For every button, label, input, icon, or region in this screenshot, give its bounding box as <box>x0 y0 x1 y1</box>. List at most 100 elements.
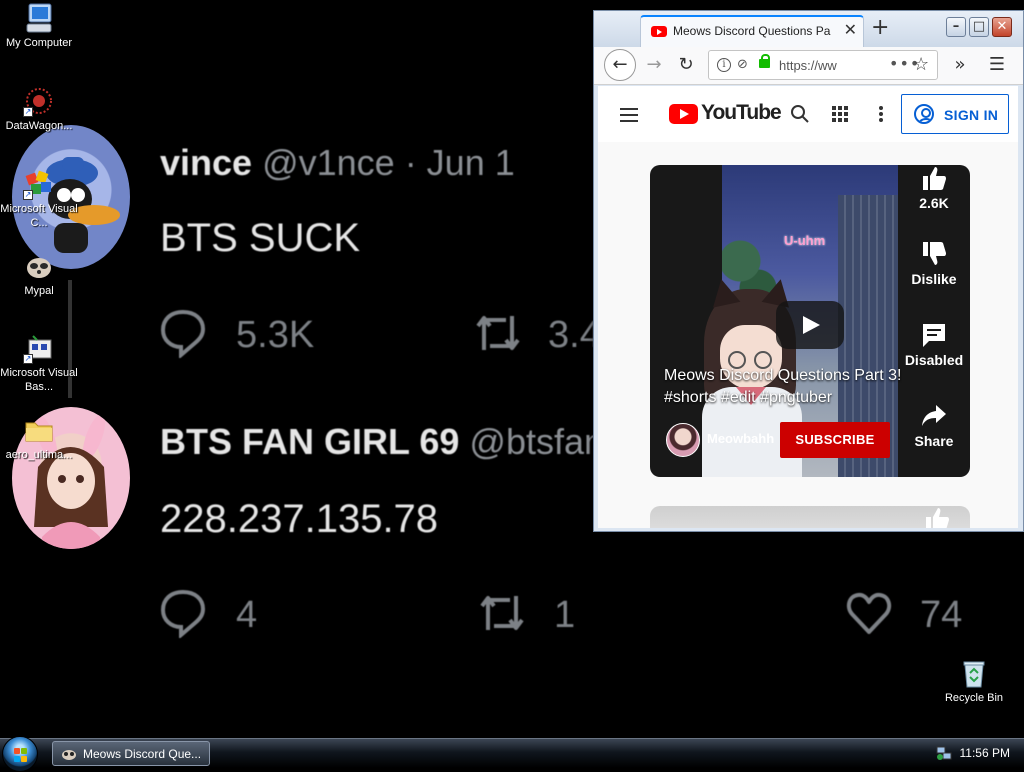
dislike-button[interactable]: Dislike <box>902 241 966 287</box>
tweet2-name: BTS FAN GIRL 69 <box>160 421 460 462</box>
youtube-favicon-icon <box>651 26 667 37</box>
network-icon[interactable] <box>936 745 952 761</box>
desktop-icon-label: Microsoft Visual C... <box>0 203 78 229</box>
computer-icon <box>23 2 55 34</box>
tracking-protection-icon[interactable]: ⊘ <box>737 57 748 72</box>
overflow-chevron-icon[interactable]: » <box>946 51 974 79</box>
apps-grid-icon[interactable] <box>832 106 848 122</box>
youtube-page: YouTube SIGN IN U-uhm Meows Discord Ques… <box>598 86 1018 528</box>
info-icon[interactable]: i <box>717 58 731 72</box>
folder-icon <box>23 414 55 446</box>
heart-icon <box>846 592 892 634</box>
like-button[interactable]: 2.6K <box>902 165 966 211</box>
desktop-icon-ms-visual-c[interactable]: ↗ Microsoft Visual C... <box>0 168 79 230</box>
url-bar[interactable]: i ⊘ https://ww ••• ☆ <box>708 50 938 80</box>
taskbar-item-label: Meows Discord Que... <box>83 747 202 761</box>
short-video-card[interactable]: U-uhm Meows Discord Questions Part 3! #s… <box>650 165 970 477</box>
desktop-icon-aero-ultima[interactable]: aero_ultima... <box>0 414 79 462</box>
menu-hamburger-icon[interactable]: ☰ <box>983 51 1011 79</box>
recycle-bin-icon <box>958 657 990 689</box>
tab-close-icon[interactable]: ✕ <box>844 22 857 38</box>
tweet1-name: vince <box>160 142 253 183</box>
navigation-toolbar: ← → ↻ i ⊘ https://ww ••• ☆ » ☰ <box>594 47 1023 85</box>
maximize-button[interactable]: □ <box>969 17 989 37</box>
tweet1-replies: 5.3K <box>236 314 315 356</box>
desktop-icon-my-computer[interactable]: My Computer <box>0 2 79 50</box>
clock[interactable]: 11:56 PM <box>960 746 1010 760</box>
search-icon[interactable] <box>790 104 810 124</box>
lock-icon <box>759 54 770 68</box>
retweet-icon <box>480 596 524 630</box>
system-tray: 11:56 PM <box>924 739 1024 768</box>
thumbs-up-icon <box>926 508 949 528</box>
more-options-icon[interactable] <box>879 106 883 124</box>
mypal-icon <box>62 750 76 760</box>
tweet2-replies: 4 <box>236 594 258 636</box>
desktop-icon-datawagon[interactable]: ↗ DataWagon... <box>0 85 79 133</box>
minimize-button[interactable]: – <box>946 17 966 37</box>
dislike-label: Dislike <box>911 271 957 287</box>
url-text[interactable]: https://ww <box>779 58 837 73</box>
short-title[interactable]: Meows Discord Questions Part 3! #shorts … <box>664 365 904 409</box>
tweet2-text: 228.237.135.78 <box>160 497 439 541</box>
tweet2-header: BTS FAN GIRL 69 @btsfan <box>160 421 604 463</box>
desktop-icon-label: My Computer <box>5 37 73 49</box>
desktop-icon-label: Microsoft Visual Bas... <box>0 367 78 393</box>
sign-in-button[interactable]: SIGN IN <box>901 94 1009 134</box>
tweet2-likes: 74 <box>920 594 963 636</box>
start-button[interactable] <box>2 736 38 772</box>
desktop-icon-label: Mypal <box>24 285 54 297</box>
account-icon <box>914 104 934 124</box>
mypal-icon <box>23 250 55 282</box>
new-tab-button[interactable]: + <box>871 15 889 41</box>
forward-button[interactable]: → <box>640 51 668 79</box>
share-icon <box>922 405 946 426</box>
comment-icon <box>923 324 945 347</box>
browser-window[interactable]: Meows Discord Questions Part ✕ + – □ ✕ ←… <box>593 10 1024 532</box>
play-button[interactable] <box>776 301 844 349</box>
share-button[interactable]: Share <box>902 403 966 449</box>
browser-titlebar[interactable]: Meows Discord Questions Part ✕ + – □ ✕ <box>594 11 1023 47</box>
taskbar-item-browser[interactable]: Meows Discord Que... <box>52 741 210 766</box>
channel-name[interactable]: Meowbahh <box>707 431 774 446</box>
datawagon-icon: ↗ <box>23 85 55 117</box>
visual-c-icon: ↗ <box>23 168 55 200</box>
like-count: 2.6K <box>919 195 949 211</box>
tweet2-retweets: 1 <box>554 594 576 636</box>
desktop-icon-label: DataWagon... <box>5 120 73 132</box>
bookmark-star-icon[interactable]: ☆ <box>913 54 929 75</box>
guide-menu-icon[interactable] <box>620 108 638 126</box>
back-button[interactable]: ← <box>604 49 636 81</box>
desktop-icon-mypal[interactable]: Mypal <box>0 250 79 298</box>
reply-icon <box>160 309 206 358</box>
windows-logo-icon <box>14 748 28 762</box>
desktop-icon-label: aero_ultima... <box>5 449 73 461</box>
youtube-logo-text[interactable]: YouTube <box>701 101 782 125</box>
retweet-icon <box>476 316 520 350</box>
comments-label: Disabled <box>904 352 964 368</box>
subscribe-button[interactable]: SUBSCRIBE <box>780 422 890 458</box>
tweet2-handle: @btsfan <box>469 421 605 462</box>
reply-icon <box>160 589 206 638</box>
comments-button[interactable]: Disabled <box>902 322 966 368</box>
next-short-card[interactable] <box>650 506 970 528</box>
desktop-icon-recycle-bin[interactable]: Recycle Bin <box>934 657 1014 705</box>
overlay-caption: U-uhm <box>784 233 826 248</box>
tweet1-text: BTS SUCK <box>160 216 361 260</box>
visual-basic-icon: ↗ <box>23 332 55 364</box>
reload-button[interactable]: ↻ <box>672 51 700 79</box>
share-label: Share <box>914 433 954 449</box>
thumbs-up-icon <box>923 167 946 190</box>
tweet1-handle: @v1nce · Jun 1 <box>262 142 515 183</box>
taskbar: Meows Discord Que... 11:56 PM <box>0 736 1024 772</box>
desktop-icon-label: Recycle Bin <box>944 692 1004 704</box>
channel-avatar[interactable] <box>666 423 700 457</box>
browser-tab[interactable]: Meows Discord Questions Part ✕ <box>640 15 864 47</box>
tweet1-header: vince @v1nce · Jun 1 <box>160 142 515 184</box>
tab-title: Meows Discord Questions Part <box>673 24 831 38</box>
close-button[interactable]: ✕ <box>992 17 1012 37</box>
desktop-icon-ms-visual-basic[interactable]: ↗ Microsoft Visual Bas... <box>0 332 79 394</box>
youtube-logo-icon[interactable] <box>669 104 698 124</box>
youtube-header: YouTube SIGN IN <box>598 86 1018 142</box>
thumbs-down-icon <box>923 242 946 265</box>
